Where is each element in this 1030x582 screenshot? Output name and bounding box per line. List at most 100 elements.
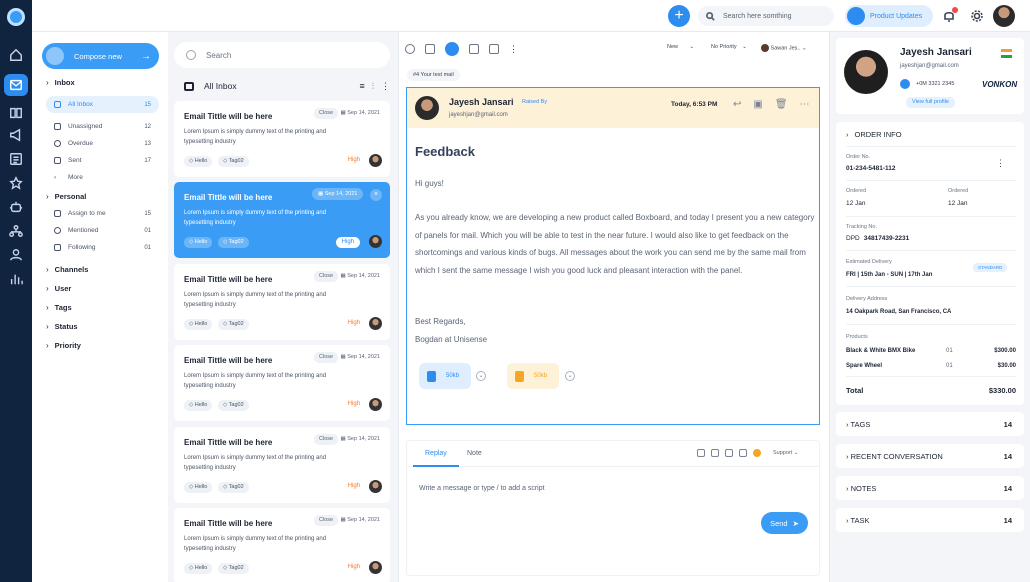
product-updates-button[interactable]: Product Updates — [845, 5, 933, 27]
product-qty: 01 — [946, 348, 953, 354]
archive-icon[interactable]: ▣ — [753, 99, 762, 110]
image-icon[interactable] — [711, 449, 719, 457]
bar-chart-icon[interactable] — [4, 268, 28, 290]
emoji-icon[interactable] — [753, 449, 761, 457]
book-icon[interactable] — [4, 102, 28, 124]
attach-file-icon[interactable] — [697, 449, 705, 457]
tab-note[interactable]: Note — [467, 450, 482, 457]
mail-card[interactable]: Email Tittle will be here Close ▦ Sep 14… — [174, 508, 390, 582]
app-logo-icon[interactable] — [7, 8, 25, 26]
send-button[interactable]: Send ➤ — [761, 512, 808, 534]
mail-card-tag[interactable]: ◇ Hello — [184, 156, 213, 167]
nav-item-overdue[interactable]: Overdue 13 — [46, 135, 159, 152]
attachment[interactable]: 50kb — [507, 363, 559, 389]
compose-label: Compose new — [74, 51, 122, 61]
nav-section-status[interactable]: › Status — [46, 322, 78, 331]
more-vertical-icon[interactable]: ⋮ — [509, 44, 518, 55]
mail-card-tag[interactable]: ◇ Hello — [184, 482, 213, 493]
updates-icon — [847, 7, 865, 25]
mail-card-selected[interactable]: Email Tittle will be here ▦ Sep 14, 2021… — [174, 182, 390, 258]
mail-card-tag[interactable]: ◇ Tag02 — [218, 563, 249, 574]
nav-section-personal[interactable]: › Personal — [46, 192, 86, 201]
nav-section-user[interactable]: › User — [46, 284, 71, 293]
nav-item-sent[interactable]: Sent 17 — [46, 152, 159, 169]
trash-icon[interactable]: 🗑 — [775, 99, 788, 110]
priority-select[interactable]: No Priority ⌄ — [711, 44, 747, 50]
calendar-icon[interactable] — [739, 449, 747, 457]
attachment[interactable]: 50kb — [419, 363, 471, 389]
mail-card-tag[interactable]: ◇ Tag02 — [218, 237, 249, 248]
composer-tools — [697, 449, 761, 457]
robot-icon[interactable] — [4, 196, 28, 218]
tab-reply[interactable]: Replay — [425, 450, 447, 457]
support-select[interactable]: Support ⌄ — [773, 450, 798, 456]
tag-icon[interactable] — [489, 44, 499, 54]
mail-card-tag[interactable]: ◇ Tag02 — [218, 156, 249, 167]
star-outline-icon[interactable] — [425, 44, 435, 54]
compose-new-button[interactable]: Compose new → — [42, 43, 159, 69]
mail-card[interactable]: Email Tittle will be here Close ▦ Sep 14… — [174, 427, 390, 503]
mail-card-date-text: Sep 14, 2021 — [347, 273, 380, 279]
status-select[interactable]: New ⌄ — [667, 44, 694, 50]
more-horizontal-icon[interactable]: ⋯ — [800, 99, 810, 110]
star-icon[interactable] — [4, 172, 28, 194]
mail-icon[interactable] — [4, 74, 28, 96]
order-info-header[interactable]: › ORDER INFO — [846, 130, 902, 139]
list-icon[interactable] — [4, 148, 28, 170]
mail-card-date: ▦ Sep 14, 2021 — [312, 188, 364, 200]
nav-item-unassigned[interactable]: Unassigned 12 — [46, 118, 159, 135]
reply-message-input[interactable]: Write a message or type / to add a scrip… — [419, 485, 545, 492]
mail-signature: Bogdan at Unisense — [415, 335, 488, 344]
tags-section[interactable]: › TAGS 14 — [836, 412, 1024, 436]
mail-card-tag[interactable]: ◇ Tag02 — [218, 400, 249, 411]
note-icon[interactable] — [469, 44, 479, 54]
chevron-down-icon[interactable]: ⌄ — [565, 371, 575, 381]
nav-item-all-inbox[interactable]: All Inbox 15 — [46, 96, 159, 113]
mail-card-tag[interactable]: ◇ Hello — [184, 237, 213, 248]
clock-icon[interactable] — [445, 42, 459, 56]
mail-card-tag[interactable]: ◇ Tag02 — [218, 319, 249, 330]
reply-icon[interactable]: ↩ — [733, 99, 741, 110]
check-circle-icon[interactable] — [405, 44, 415, 54]
profile-phone-number: +0M 3321 2345 — [916, 81, 955, 87]
notification-bell-icon[interactable] — [942, 7, 958, 23]
megaphone-icon[interactable] — [4, 124, 28, 146]
notes-section[interactable]: › NOTES 14 — [836, 476, 1024, 500]
microphone-icon[interactable] — [725, 449, 733, 457]
more-vertical-icon[interactable]: ⋮ — [996, 158, 1005, 169]
sort-icon[interactable]: ⫶ — [372, 81, 374, 92]
close-icon[interactable]: × — [370, 189, 382, 201]
nav-item-assign-to-me[interactable]: Assign to me 15 — [46, 205, 159, 222]
list-search-input[interactable]: Search — [174, 42, 390, 68]
home-icon[interactable] — [4, 44, 28, 66]
filter-icon[interactable]: ≡ — [359, 81, 364, 92]
user-avatar[interactable] — [993, 5, 1015, 27]
nav-section-channels[interactable]: › Channels — [46, 265, 88, 274]
nav-item-following[interactable]: Following 01 — [46, 239, 159, 256]
mail-card-tag[interactable]: ◇ Hello — [184, 400, 213, 411]
nav-section-priority[interactable]: › Priority — [46, 341, 81, 350]
nav-item-more[interactable]: › More — [46, 169, 159, 186]
nav-section-inbox[interactable]: › Inbox — [46, 78, 75, 87]
more-vertical-icon[interactable]: ⋮ — [381, 81, 390, 92]
assignee-select[interactable]: Sawan Jes.. ⌄ — [761, 44, 807, 52]
add-button[interactable]: + — [668, 5, 690, 27]
mail-card-tag[interactable]: ◇ Hello — [184, 319, 213, 330]
mail-card-title: Email Tittle will be here — [184, 438, 273, 447]
settings-gear-icon[interactable] — [970, 9, 984, 23]
top-search-input[interactable]: Search here somthing — [698, 6, 834, 26]
nav-section-tags[interactable]: › Tags — [46, 303, 72, 312]
mail-card-status: Close — [314, 352, 339, 363]
mail-card-tag[interactable]: ◇ Hello — [184, 563, 213, 574]
user-icon[interactable] — [4, 244, 28, 266]
task-section[interactable]: › TASK 14 — [836, 508, 1024, 532]
view-full-profile-button[interactable]: View full profile — [906, 97, 955, 108]
mail-card[interactable]: Email Tittle will be here Close ▦ Sep 14… — [174, 101, 390, 177]
mail-card-tag[interactable]: ◇ Tag02 — [218, 482, 249, 493]
network-icon[interactable] — [4, 220, 28, 242]
nav-item-mentioned[interactable]: Mentioned 01 — [46, 222, 159, 239]
chevron-down-icon[interactable]: ⌄ — [476, 371, 486, 381]
mail-card[interactable]: Email Tittle will be here Close ▦ Sep 14… — [174, 345, 390, 421]
recent-conversation-section[interactable]: › RECENT CONVERSATION 14 — [836, 444, 1024, 468]
mail-card[interactable]: Email Tittle will be here Close ▦ Sep 14… — [174, 264, 390, 340]
